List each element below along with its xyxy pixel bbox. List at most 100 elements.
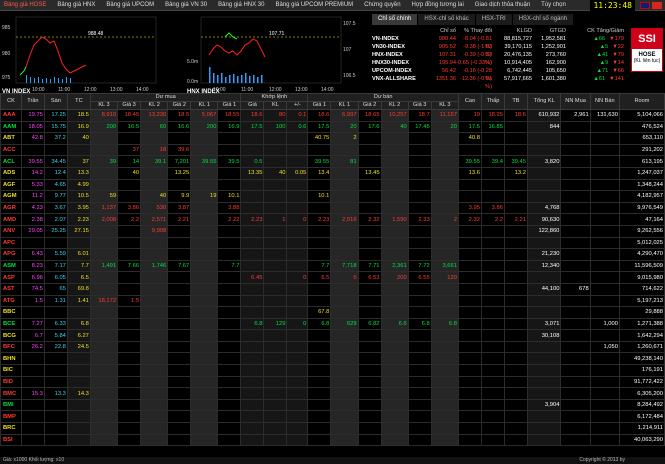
nav-hnx30[interactable]: Bảng giá HNX 30	[214, 0, 271, 10]
footer-copyright: Copyright © 2013 by	[579, 457, 625, 463]
table-row[interactable]: AMD 2.38 2.07 2.23 2,008 2.2 2,571 2.21 2.22 2.23…	[0, 213, 665, 226]
table-row[interactable]: BIC 176,191	[0, 364, 665, 377]
table-row[interactable]: BHN 49,238,140	[0, 352, 665, 366]
subcol-8[interactable]: +/-	[286, 101, 309, 110]
nav-hose[interactable]: Bảng giá HOSE	[0, 0, 53, 10]
ask-cell: 17.45	[407, 120, 432, 134]
ref-cell: 3.95	[66, 201, 91, 215]
tab-main-index[interactable]: Chỉ số chính	[372, 14, 418, 25]
index-row[interactable]: VNX-ALLSHARE 1351.36 -12.36 (-0.91 %) 57,91…	[372, 75, 627, 90]
subcol-1[interactable]: Giá 3	[117, 101, 142, 110]
ask-cell	[407, 364, 432, 377]
room-cell: 4,290,470	[618, 248, 665, 261]
nav-vn30[interactable]: Bảng giá VN 30	[161, 0, 214, 10]
bid-cell	[167, 282, 192, 296]
table-row[interactable]: BID 91,772,422	[0, 375, 665, 389]
table-row[interactable]: AST 74.5 65 69.8 44,100 678 714,622	[0, 282, 665, 296]
table-row[interactable]: BCE 7.27 6.33 6.8 6.8 129 0 6.8 629 6.82 6.6 6.8 6.8…	[0, 317, 665, 331]
symbol-cell: APG	[0, 248, 22, 261]
tab-hsx-tri[interactable]: HSX-TRI	[475, 14, 512, 25]
subcol-11[interactable]: Giá 2	[357, 101, 382, 110]
nav-options[interactable]: Tùy chọn	[537, 0, 573, 10]
index-row[interactable]: HNX-INDEX 107.31 -0.39 (-0.37 %) 20,476,135…	[372, 51, 627, 66]
index-row[interactable]: HNX30-INDEX 195.94 -0.65 (-0.33%) 10,914,40…	[372, 59, 627, 67]
table-row[interactable]: BBC 67.8 29,888	[0, 306, 665, 319]
table-row[interactable]: APC 5,012,025	[0, 236, 665, 250]
table-row[interactable]: AGR 4.23 3.67 3.95 1,137 3.86 530 3.87 3.88 3.95 3…	[0, 201, 665, 215]
tab-hsx-sector[interactable]: HSX-chỉ số ngành	[512, 14, 574, 25]
col-tran[interactable]: Trần	[20, 93, 45, 110]
col-thap[interactable]: Thấp	[480, 93, 505, 110]
nav-hnx[interactable]: Bảng giá HNX	[53, 0, 102, 10]
ceiling-cell: 5.33	[20, 178, 45, 192]
subcol-2[interactable]: KL 2	[140, 101, 169, 110]
table-row[interactable]: ADS 14.2 12.4 13.3 40 13.25 13.35 40 0.05 13.4 13.…	[0, 166, 665, 180]
col-tc[interactable]: TC	[66, 93, 91, 110]
table-row[interactable]: AGF 5.33 4.65 4.99 1,348,244	[0, 178, 665, 192]
subcol-5[interactable]: Giá 1	[217, 101, 242, 110]
bid-cell	[89, 352, 119, 366]
col-nn-mua[interactable]: NN Mua	[560, 93, 591, 110]
index-row[interactable]: VN30-INDEX 905.52 -9.38 (-1.03 %) 39,170,11…	[372, 43, 627, 58]
vn-flag-icon[interactable]	[652, 2, 662, 9]
table-row[interactable]: BCG 6.7 5.84 6.27 30,108 1,642,294	[0, 329, 665, 342]
col-cao[interactable]: Cao	[457, 93, 482, 110]
match-cell: 40	[263, 166, 288, 180]
subcol-6[interactable]: Giá	[240, 101, 265, 110]
table-row[interactable]: BMC 15.3 13.3 14.3 6,305,200	[0, 387, 665, 400]
subcol-7[interactable]: KL	[263, 101, 288, 110]
table-row[interactable]: BSI 40,063,290	[0, 433, 665, 447]
nav-warrants[interactable]: Chứng quyền	[360, 0, 407, 10]
col-tong-kl[interactable]: Tổng KL	[526, 93, 562, 110]
uk-flag-icon[interactable]	[640, 2, 650, 9]
table-row[interactable]: AAA 19.75 17.25 18.5 8,910 18.45 13,230 18.5 5,0…	[0, 109, 665, 122]
table-row[interactable]: BFC 26.2 22.8 24.5 1,050 1,260,671	[0, 340, 665, 354]
col-room[interactable]: Room	[618, 93, 665, 110]
subcol-14[interactable]: KL 3	[430, 101, 459, 110]
bid-cell	[167, 329, 192, 342]
nav-put-through[interactable]: Giao dịch thỏa thuận	[471, 0, 537, 10]
table-row[interactable]: ATG 1.5 1.31 1.41 18,172 1.5 5,197,213	[0, 294, 665, 308]
nav-futures[interactable]: Hợp đồng tương lai	[408, 0, 471, 10]
subcol-13[interactable]: Giá 3	[407, 101, 432, 110]
subcol-0[interactable]: KL 3	[89, 101, 119, 110]
nav-upcom-premium[interactable]: Bảng giá UPCOM PREMIUM	[271, 0, 360, 10]
table-row[interactable]: ANV 29.05 25.25 27.15 9,908 122,860 9,262,556	[0, 224, 665, 238]
avg-cell	[503, 329, 528, 342]
table-row[interactable]: BMP 6,172,484	[0, 410, 665, 424]
hnx-ylabel-2: 106.5	[343, 73, 356, 79]
match-cell	[240, 282, 265, 296]
table-row[interactable]: AGM 11.2 9.77 10.5 59 40 9.9 19 10.1 10.1 4,182,95…	[0, 190, 665, 203]
table-row[interactable]: ASM 8.23 7.17 7.7 1,491 7.66 1,746 7.67 7.7 7.7 7,…	[0, 259, 665, 273]
decline-count: ▼179	[609, 36, 624, 42]
col-san[interactable]: Sàn	[43, 93, 68, 110]
col-tb[interactable]: TB	[503, 93, 528, 110]
symbol-cell: APC	[0, 236, 22, 250]
nav-upcom[interactable]: Bảng giá UPCOM	[102, 0, 161, 10]
subcol-3[interactable]: Giá 2	[167, 101, 192, 110]
table-row[interactable]: APG 6.43 5.59 6.01 21,230 4,290,470	[0, 248, 665, 261]
total-volume-cell: 12,340	[526, 259, 562, 273]
col-ck[interactable]: CK	[0, 93, 22, 110]
total-volume-cell	[526, 294, 562, 308]
col-nn-ban[interactable]: NN Bán	[589, 93, 620, 110]
tab-hsx-other[interactable]: HSX-chỉ số khác	[418, 14, 475, 25]
table-row[interactable]: AAM 18.05 15.75 16.9 200 16.5 60 16.6 200 16.9 17.…	[0, 120, 665, 134]
table-row[interactable]: ABT 42.8 37.2 40 40.75 2 40.8 653,110	[0, 132, 665, 145]
low-cell	[480, 248, 505, 261]
ask-cell	[380, 132, 409, 145]
index-row[interactable]: UPCOM-INDEX 56.42 -0.16 (-0.28 %) 6,742,445…	[372, 67, 627, 82]
index-row[interactable]: VN-INDEX 980.44 -8.04 (-0.81 %) 88,815,727 1…	[372, 35, 627, 50]
vn-ylabel-0: 985	[2, 25, 11, 31]
subcol-4[interactable]: KL 1	[190, 101, 219, 110]
table-row[interactable]: ACL 39.55 34.45 37 39 14 39.1 7,201 39.55 39.5 0.5…	[0, 155, 665, 168]
bid-cell	[190, 236, 219, 250]
table-row[interactable]: BRC 1,214,911	[0, 422, 665, 435]
table-row[interactable]: ACC 37 18 39.6 291,202	[0, 143, 665, 157]
subcol-10[interactable]: KL 1	[330, 101, 359, 110]
table-row[interactable]: ASP 6.96 6.05 6.5 6.45 0 6.5 5 6.53 200 6.55 120 9,0…	[0, 271, 665, 284]
table-row[interactable]: BMI 3,904 8,284,492	[0, 398, 665, 412]
low-cell	[480, 259, 505, 273]
subcol-12[interactable]: KL 2	[380, 101, 409, 110]
subcol-9[interactable]: Giá 1	[307, 101, 332, 110]
